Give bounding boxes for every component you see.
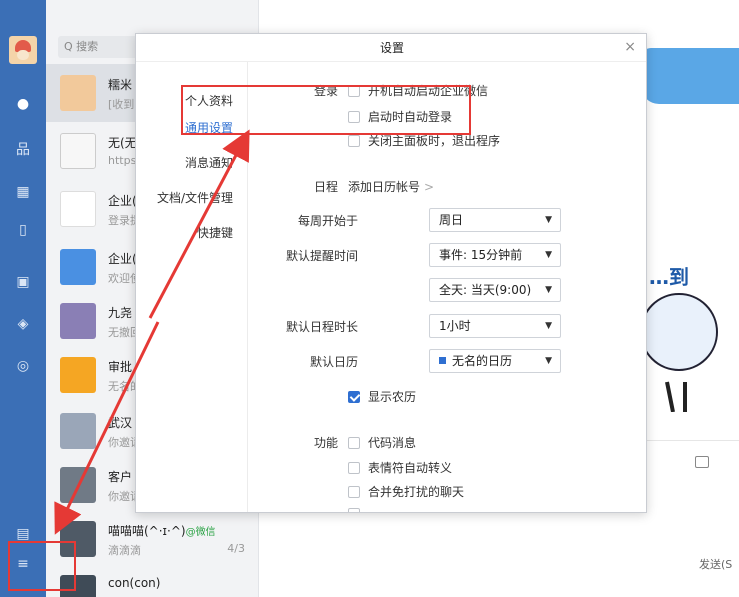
dialog-title: 设置: [136, 34, 646, 62]
section-calendar: 日程: [314, 180, 339, 194]
option-emoji-escape[interactable]: 表情符自动转义: [348, 459, 452, 476]
checkbox[interactable]: [348, 436, 360, 449]
calendar-icon[interactable]: ▦: [13, 182, 33, 202]
reminder-label: 默认提醒时间: [285, 249, 358, 263]
close-icon[interactable]: ×: [624, 40, 636, 54]
default-calendar-label: 默认日历: [309, 355, 358, 369]
chat-avatar: [60, 75, 96, 111]
send-button[interactable]: 发送(S: [699, 556, 732, 572]
chat-name: 审批: [108, 360, 133, 374]
chat-item[interactable]: con(con): [46, 564, 259, 597]
reminder-allday-select[interactable]: 全天: 当天(9:00) ▼: [429, 278, 561, 302]
nav-files[interactable]: 文档/文件管理: [157, 189, 233, 206]
reminder-event-select[interactable]: 事件: 15分钟前 ▼: [429, 243, 561, 267]
chat-name: 企业(: [108, 194, 137, 208]
chat-avatar: [60, 357, 96, 393]
duration-select[interactable]: 1小时 ▼: [429, 314, 561, 338]
dropdown-arrow-icon: ▼: [545, 321, 552, 331]
add-calendar-account[interactable]: 添加日历帐号 >: [348, 178, 434, 195]
drive-icon[interactable]: ◈: [13, 314, 33, 334]
checkbox[interactable]: [348, 508, 360, 512]
week-start-select[interactable]: 周日 ▼: [429, 208, 561, 232]
select-value: 无名的日历: [452, 354, 513, 368]
nav-shortcuts[interactable]: 快捷键: [197, 224, 233, 241]
chat-avatar: [60, 303, 96, 339]
dropdown-arrow-icon: ▼: [545, 285, 552, 295]
option-code-msg[interactable]: 代码消息: [348, 434, 416, 451]
option-lunar[interactable]: 显示农历: [348, 388, 416, 405]
chat-avatar: [60, 413, 96, 449]
option-label: 代码消息: [368, 436, 417, 450]
checkbox[interactable]: [348, 485, 360, 498]
wework-window: ● 品 ▦ ▯ ▣ ◈ ◎ ▤ ≡ Q 搜索 糯米 [收到 无(无 https …: [0, 0, 739, 597]
checkbox[interactable]: [348, 134, 360, 147]
select-value: 事件: 15分钟前: [439, 248, 523, 262]
chat-preview: 滴滴滴: [108, 544, 141, 557]
chat-avatar: [60, 133, 96, 169]
option-label: 合并免打扰的聊天: [368, 485, 465, 499]
screenshot-icon[interactable]: [695, 456, 709, 468]
meeting-icon[interactable]: ◎: [13, 356, 33, 376]
chat-name: 客户: [108, 470, 133, 484]
dropdown-arrow-icon: ▼: [545, 250, 552, 260]
workbench-icon[interactable]: ▯: [13, 220, 33, 240]
chat-count: 4/3: [227, 542, 245, 555]
chat-item[interactable]: 喵喵喵(^·ɪ·^)@微信 滴滴滴 4/3: [46, 510, 259, 568]
annotation-box-general: [181, 85, 471, 135]
chat-name: 九尧: [108, 306, 133, 320]
chat-avatar: [60, 191, 96, 227]
annotation-box-menu: [8, 541, 76, 591]
dropdown-arrow-icon: ▼: [545, 356, 552, 366]
section-features: 功能: [314, 436, 339, 450]
default-calendar-select[interactable]: 无名的日历 ▼: [429, 349, 561, 373]
select-value: 周日: [439, 213, 464, 227]
chevron-right-icon: >: [424, 180, 435, 194]
chat-name: 喵喵喵(^·ɪ·^)@微信: [108, 522, 216, 539]
select-value: 全天: 当天(9:00): [439, 283, 532, 297]
org-icon[interactable]: 品: [13, 140, 33, 160]
option-label: 表情符自动转义: [368, 461, 453, 475]
chat-name: 武汉: [108, 416, 133, 430]
duration-label: 默认日程时长: [285, 320, 358, 334]
doc-icon[interactable]: ▣: [13, 272, 33, 292]
nav-rail: ● 品 ▦ ▯ ▣ ◈ ◎ ▤ ≡: [0, 0, 46, 597]
chat-avatar: [60, 249, 96, 285]
user-avatar[interactable]: [9, 36, 37, 64]
nav-notifications[interactable]: 消息通知: [185, 154, 233, 171]
option-label: 显示农历: [368, 390, 417, 404]
chat-name: con(con): [108, 576, 161, 590]
chat-preview: https: [108, 154, 137, 167]
sticker-character: …到: [640, 265, 718, 412]
chat-avatar: [60, 467, 96, 503]
link-text: 添加日历帐号: [348, 180, 421, 194]
wechat-tag: @微信: [185, 527, 216, 538]
select-value: 1小时: [439, 319, 471, 333]
svg-text:…到: …到: [649, 265, 689, 289]
checkbox-checked[interactable]: [348, 390, 360, 403]
option-cutoff[interactable]: [348, 508, 360, 512]
checkbox[interactable]: [348, 461, 360, 474]
chat-name: 糯米: [108, 78, 133, 92]
sticker-image: [641, 48, 739, 104]
chat-name: 企业(: [108, 252, 137, 266]
option-merge-muted[interactable]: 合并免打扰的聊天: [348, 483, 464, 500]
calendar-color-icon: [439, 357, 446, 364]
week-start-label: 每周开始于: [297, 214, 358, 228]
chat-name: 无(无: [108, 136, 137, 150]
chat-name-text: 喵喵喵(^·ɪ·^): [108, 524, 186, 538]
message-icon[interactable]: ●: [13, 94, 33, 114]
chat-preview: [收到: [108, 98, 135, 111]
dropdown-arrow-icon: ▼: [545, 215, 552, 225]
